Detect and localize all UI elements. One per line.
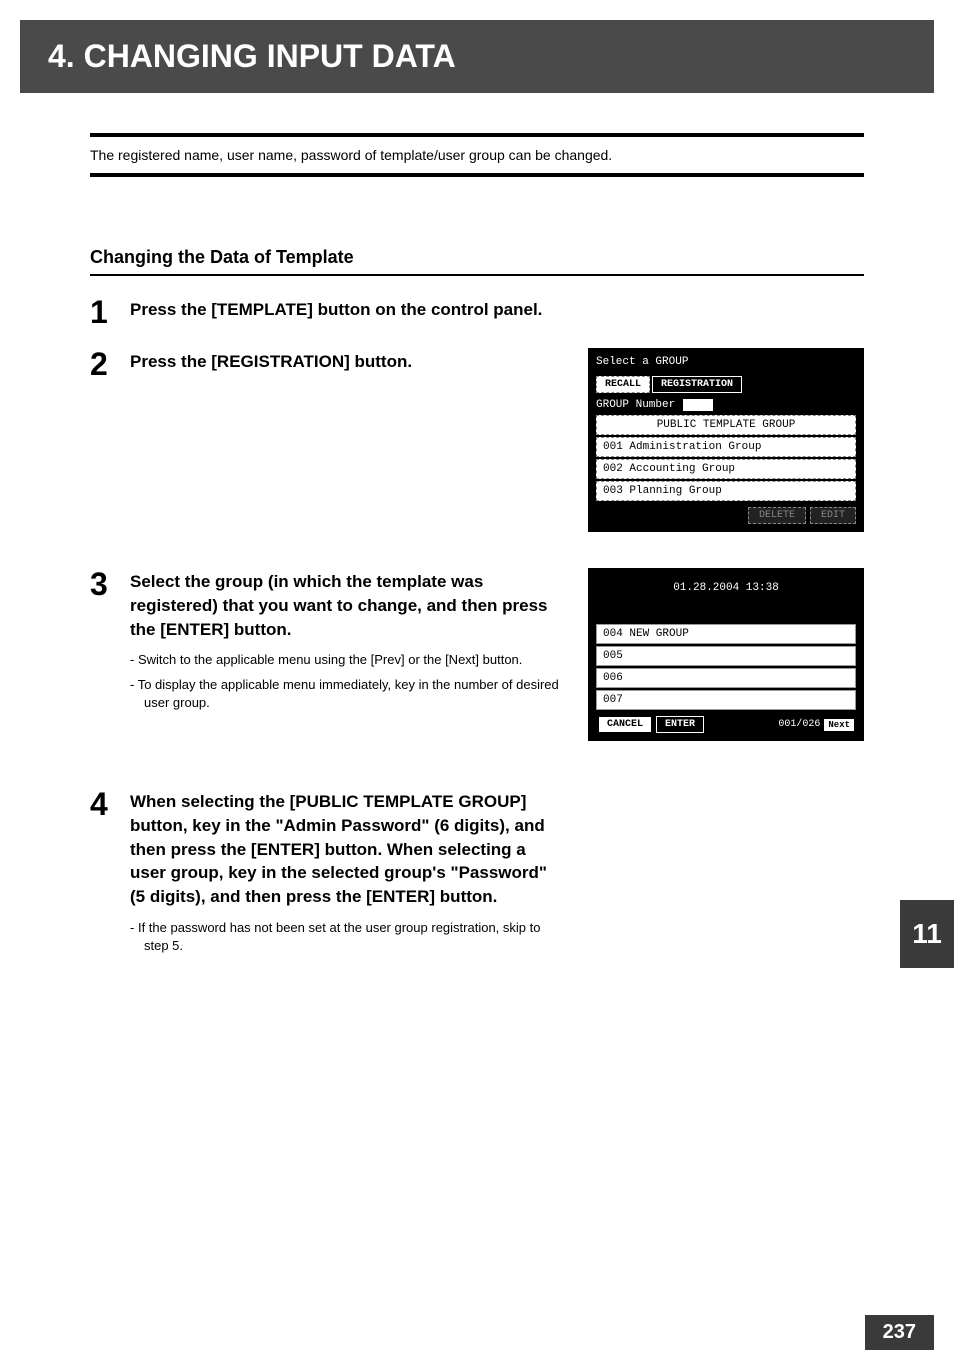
step-notes: Switch to the applicable menu using the …	[130, 651, 560, 712]
group-row-001[interactable]: 001 Administration Group	[596, 437, 856, 457]
step-note: Switch to the applicable menu using the …	[130, 651, 560, 669]
group-row-003[interactable]: 003 Planning Group	[596, 481, 856, 501]
step-title: Press the [TEMPLATE] button on the contr…	[130, 298, 550, 322]
tab-registration[interactable]: REGISTRATION	[652, 376, 742, 393]
screenshot-registration: Select a GROUP RECALL REGISTRATION GROUP…	[588, 348, 864, 532]
step-number: 4	[90, 788, 130, 820]
next-button[interactable]: Next	[824, 719, 854, 731]
step-1: 1 Press the [TEMPLATE] button on the con…	[90, 296, 864, 328]
step-note: If the password has not been set at the …	[130, 919, 560, 955]
enter-button[interactable]: ENTER	[656, 716, 704, 733]
page-number: 237	[865, 1315, 934, 1350]
screenshot-title: Select a GROUP	[596, 356, 856, 368]
step-title: Press the [REGISTRATION] button.	[130, 350, 550, 374]
group-row-public[interactable]: PUBLIC TEMPLATE GROUP	[596, 415, 856, 435]
group-row-006[interactable]: 006	[596, 668, 856, 688]
step-body: Press the [TEMPLATE] button on the contr…	[130, 296, 864, 322]
chapter-tab: 11	[900, 900, 954, 968]
group-number-input[interactable]	[683, 399, 713, 411]
section-title: Changing the Data of Template	[90, 247, 864, 276]
group-row-007[interactable]: 007	[596, 690, 856, 710]
timestamp-display: 01.28.2004 13:38	[596, 576, 856, 624]
divider-bottom	[90, 173, 864, 177]
screenshot-group-list: 01.28.2004 13:38 004 NEW GROUP 005 006 0…	[588, 568, 864, 741]
cancel-button[interactable]: CANCEL	[598, 716, 652, 733]
header-bar: 4. CHANGING INPUT DATA	[20, 20, 934, 93]
step-title: Select the group (in which the template …	[130, 570, 550, 641]
tab-recall[interactable]: RECALL	[596, 376, 650, 393]
delete-button[interactable]: DELETE	[748, 507, 806, 524]
step-4: 4 When selecting the [PUBLIC TEMPLATE GR…	[90, 788, 864, 961]
step-number: 2	[90, 348, 130, 380]
page-title: 4. CHANGING INPUT DATA	[48, 38, 906, 75]
step-3-wrap: 3 Select the group (in which the templat…	[90, 568, 864, 788]
group-row-004[interactable]: 004 NEW GROUP	[596, 624, 856, 644]
step-title: When selecting the [PUBLIC TEMPLATE GROU…	[130, 790, 550, 909]
edit-button[interactable]: EDIT	[810, 507, 856, 524]
pager-text: 001/026	[778, 719, 820, 730]
step-notes: If the password has not been set at the …	[130, 919, 560, 955]
intro-text: The registered name, user name, password…	[90, 147, 864, 163]
divider-top	[90, 133, 864, 137]
step-number: 1	[90, 296, 130, 328]
step-note: To display the applicable menu immediate…	[130, 676, 560, 712]
step-number: 3	[90, 568, 130, 600]
content-area: The registered name, user name, password…	[0, 93, 954, 961]
group-row-002[interactable]: 002 Accounting Group	[596, 459, 856, 479]
group-number-label: GROUP Number	[596, 399, 675, 411]
steps-list: 1 Press the [TEMPLATE] button on the con…	[90, 296, 864, 961]
step-body: When selecting the [PUBLIC TEMPLATE GROU…	[130, 788, 864, 961]
step-2-wrap: 2 Press the [REGISTRATION] button. Selec…	[90, 348, 864, 568]
group-row-005[interactable]: 005	[596, 646, 856, 666]
